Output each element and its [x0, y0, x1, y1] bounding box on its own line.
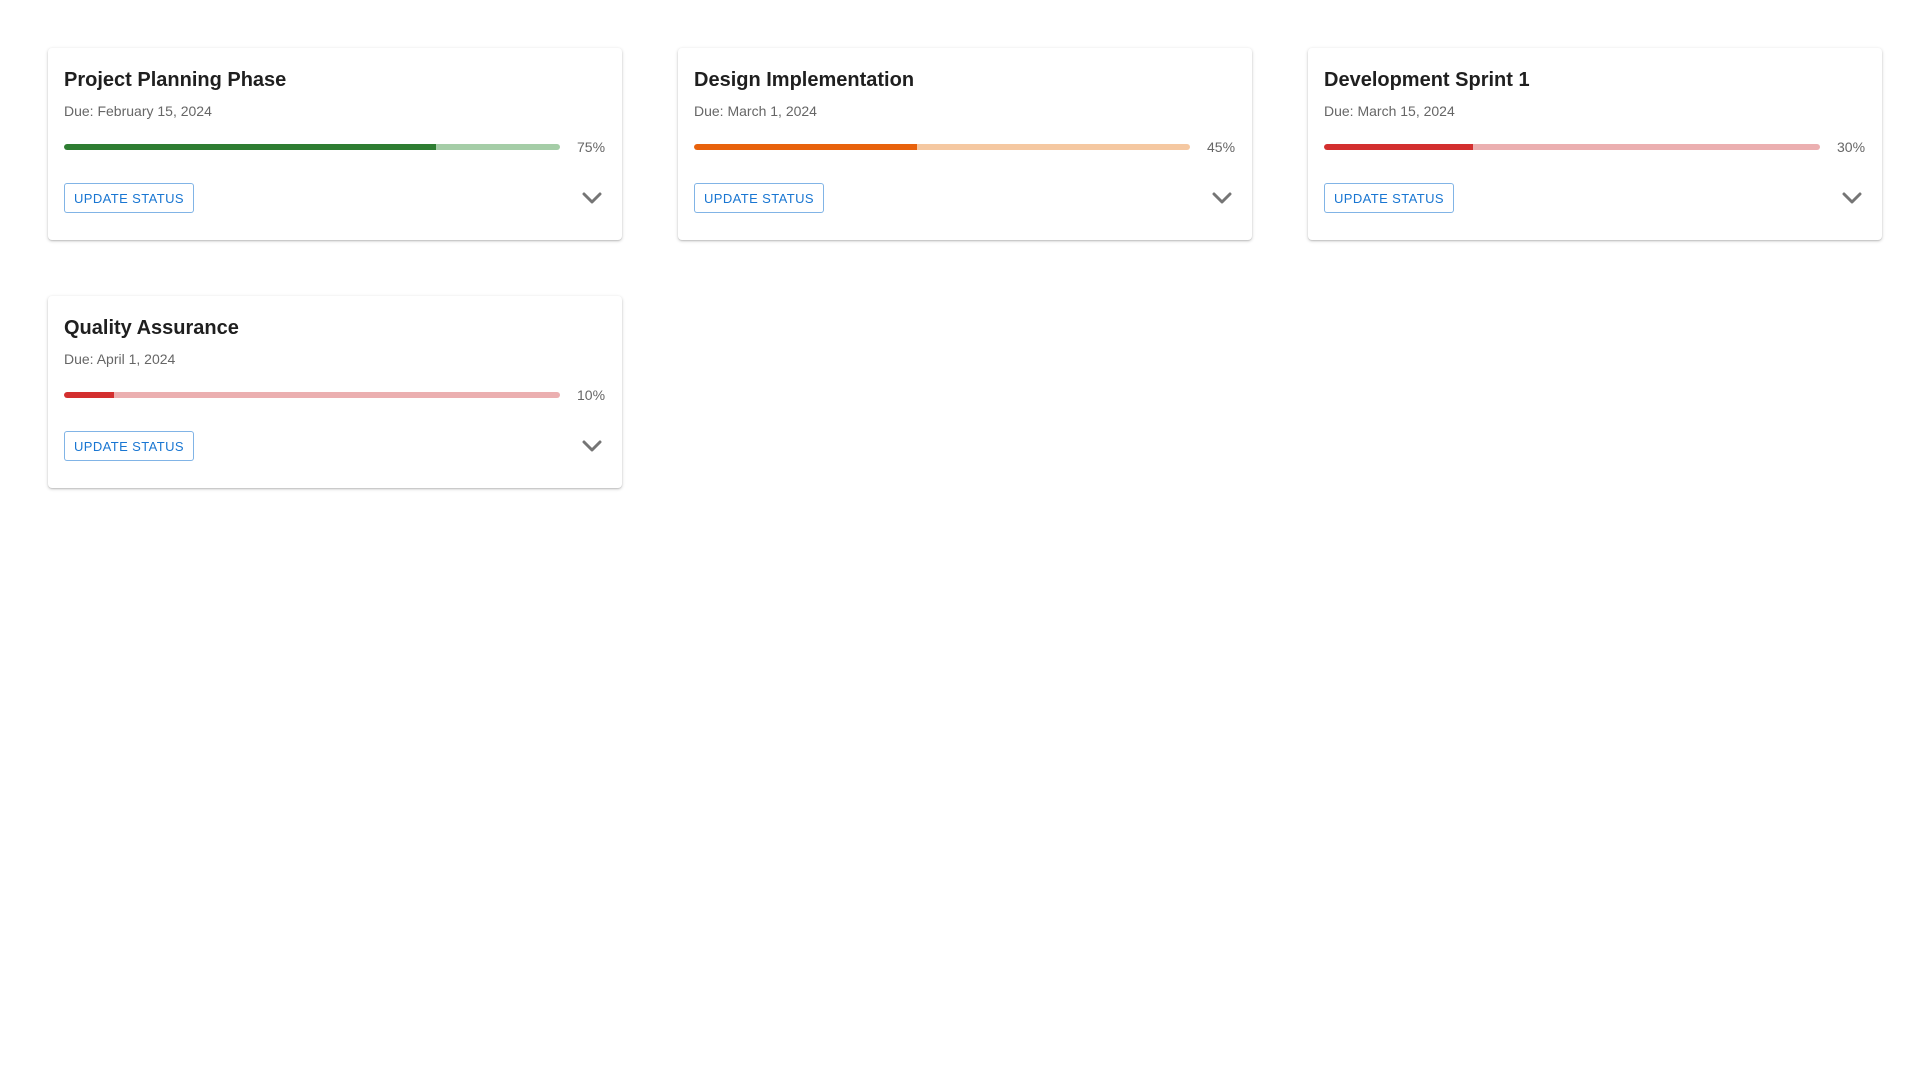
progress-percent: 45%: [1207, 139, 1236, 155]
expand-button[interactable]: [574, 428, 610, 464]
project-cards-grid: Project Planning Phase Due: February 15,…: [48, 48, 1882, 488]
chevron-down-icon: [1842, 192, 1862, 204]
due-date: Due: March 15, 2024: [1324, 103, 1455, 119]
progress-bar-fill: [64, 144, 436, 150]
progress-bar: [694, 144, 1190, 150]
due-date: Due: March 1, 2024: [694, 103, 817, 119]
chevron-down-icon: [582, 192, 602, 204]
progress-row: 75%: [64, 137, 606, 157]
card-title: Development Sprint 1: [1324, 69, 1530, 91]
expand-button[interactable]: [1204, 180, 1240, 216]
card-title: Quality Assurance: [64, 317, 239, 339]
expand-button[interactable]: [574, 180, 610, 216]
progress-bar: [1324, 144, 1820, 150]
card-title: Project Planning Phase: [64, 69, 287, 91]
progress-percent: 30%: [1837, 139, 1866, 155]
progress-bar-fill: [1324, 144, 1473, 150]
progress-bar: [64, 392, 560, 398]
progress-percent: 10%: [577, 387, 606, 403]
card-actions: Update Status: [694, 183, 1236, 213]
card-title: Design Implementation: [694, 69, 915, 91]
card-actions: Update Status: [64, 431, 606, 461]
chevron-down-icon: [582, 440, 602, 452]
project-card: Project Planning Phase Due: February 15,…: [48, 48, 622, 240]
card-actions: Update Status: [64, 183, 606, 213]
card-actions: Update Status: [1324, 183, 1866, 213]
project-card: Development Sprint 1 Due: March 15, 2024…: [1308, 48, 1882, 240]
progress-row: 30%: [1324, 137, 1866, 157]
progress-bar-fill: [694, 144, 918, 150]
progress-bar: [64, 144, 560, 150]
update-status-button[interactable]: Update Status: [694, 183, 824, 213]
progress-bar-fill: [64, 392, 114, 398]
progress-percent: 75%: [577, 139, 606, 155]
due-date: Due: February 15, 2024: [64, 103, 212, 119]
update-status-button[interactable]: Update Status: [1324, 183, 1454, 213]
update-status-button[interactable]: Update Status: [64, 183, 194, 213]
project-card: Quality Assurance Due: April 1, 2024 10%…: [48, 296, 622, 488]
update-status-button[interactable]: Update Status: [64, 431, 194, 461]
due-date: Due: April 1, 2024: [64, 351, 176, 367]
chevron-down-icon: [1212, 192, 1232, 204]
expand-button[interactable]: [1834, 180, 1870, 216]
progress-row: 45%: [694, 137, 1236, 157]
progress-row: 10%: [64, 385, 606, 405]
project-card: Design Implementation Due: March 1, 2024…: [678, 48, 1252, 240]
